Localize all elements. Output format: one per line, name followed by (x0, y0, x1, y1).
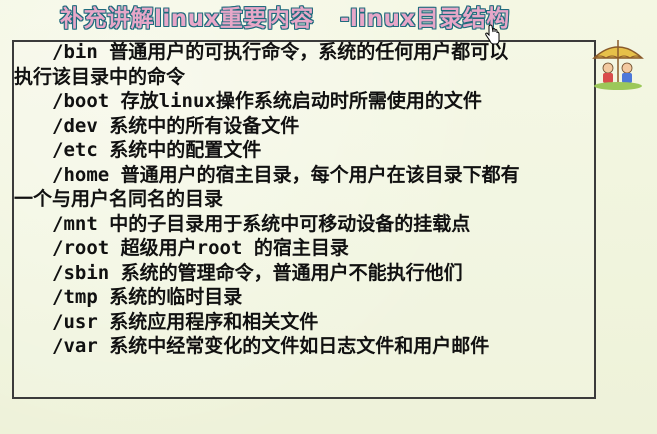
children-under-umbrella-icon (592, 40, 644, 90)
list-line: 一个与用户名同名的目录 (14, 188, 224, 210)
list-line: /tmp 系统的临时目录 (52, 286, 243, 308)
slide-title: 补充讲解linux重要内容 -linux目录结构 (60, 3, 510, 35)
list-line: /var 系统中经常变化的文件如日志文件和用户邮件 (52, 335, 490, 357)
list-line: /root 超级用户root 的宿主目录 (52, 237, 349, 259)
list-line: 执行该目录中的命令 (14, 65, 186, 88)
title-main: 补充讲解linux重要内容 (60, 6, 314, 32)
list-line: /sbin 系统的管理命令，普通用户不能执行他们 (52, 261, 463, 284)
list-line: /bin 普通用户的可执行命令，系统的任何用户都可以 (52, 41, 509, 63)
list-line: /mnt 中的子目录用于系统中可移动设备的挂载点 (52, 212, 471, 235)
hand-cursor-icon (485, 24, 500, 45)
list-line: /usr 系统应用程序和相关文件 (52, 310, 319, 333)
directory-list: /bin 普通用户的可执行命令，系统的任何用户都可以 执行该目录中的命令 /bo… (14, 40, 614, 359)
list-line: /home 普通用户的宿主目录，每个用户在该目录下都有 (52, 163, 520, 186)
list-line: /dev 系统中的所有设备文件 (52, 114, 300, 137)
list-line: /etc 系统中的配置文件 (52, 139, 262, 161)
list-line: /boot 存放linux操作系统启动时所需使用的文件 (52, 90, 482, 112)
